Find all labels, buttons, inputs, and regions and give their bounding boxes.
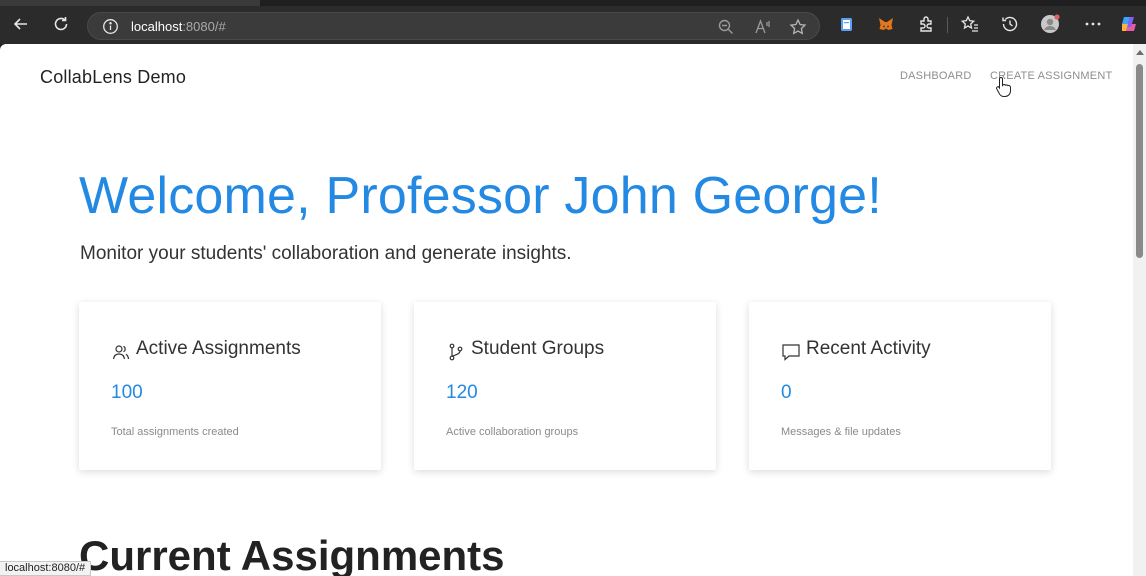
card-recent-activity: Recent Activity 0 Messages & file update… [749, 302, 1051, 470]
history-icon[interactable] [1000, 14, 1020, 34]
card-description: Messages & file updates [781, 426, 901, 438]
tab-strip [0, 0, 1146, 6]
metamask-fox-icon[interactable] [876, 14, 896, 34]
hand-cursor-icon [996, 76, 1011, 97]
read-aloud-icon[interactable] [754, 18, 772, 36]
refresh-icon[interactable] [50, 13, 72, 35]
favorite-star-icon[interactable] [789, 18, 807, 36]
extensions-puzzle-icon[interactable] [916, 14, 936, 34]
section-title-current-assignments: Current Assignments [79, 532, 505, 576]
back-icon[interactable] [10, 13, 32, 35]
card-value: 120 [446, 382, 478, 403]
card-value: 0 [781, 382, 792, 403]
web-page: CollabLens Demo DASHBOARD CREATE ASSIGNM… [0, 44, 1133, 576]
card-student-groups: Student Groups 120 Active collaboration … [414, 302, 716, 470]
card-title: Student Groups [471, 338, 605, 359]
chat-icon [782, 344, 800, 361]
nav-dashboard-link[interactable]: DASHBOARD [900, 70, 971, 82]
welcome-subtitle: Monitor your students' collaboration and… [80, 243, 572, 264]
card-title: Recent Activity [806, 338, 931, 359]
zoom-out-icon[interactable] [717, 18, 735, 36]
card-description: Total assignments created [111, 426, 239, 438]
link-status-bar: localhost:8080/# [0, 561, 92, 576]
profile-avatar-icon[interactable] [1040, 14, 1060, 34]
page-scrollbar[interactable] [1133, 44, 1146, 576]
card-value: 100 [111, 382, 143, 403]
welcome-heading: Welcome, Professor John George! [79, 167, 882, 225]
branch-icon [449, 343, 463, 361]
card-active-assignments: Active Assignments 100 Total assignments… [79, 302, 381, 470]
more-options-icon[interactable] [1083, 14, 1103, 34]
brand-logo-text[interactable]: CollabLens Demo [40, 67, 186, 88]
card-description: Active collaboration groups [446, 426, 579, 438]
scrollbar-thumb[interactable] [1136, 64, 1143, 258]
users-icon [112, 345, 130, 360]
address-bar[interactable]: localhost:8080/# [87, 12, 820, 40]
browser-toolbar: localhost:8080/# [0, 0, 1146, 44]
site-info-icon[interactable] [102, 18, 119, 35]
favorites-icon[interactable] [960, 14, 980, 34]
copilot-icon[interactable] [1119, 14, 1139, 34]
address-url[interactable]: localhost:8080/# [131, 19, 226, 34]
scroll-up-arrow-icon[interactable] [1136, 50, 1144, 55]
card-title: Active Assignments [136, 338, 301, 359]
toolbar-separator [947, 17, 948, 33]
extension-blue-icon[interactable] [837, 14, 857, 34]
